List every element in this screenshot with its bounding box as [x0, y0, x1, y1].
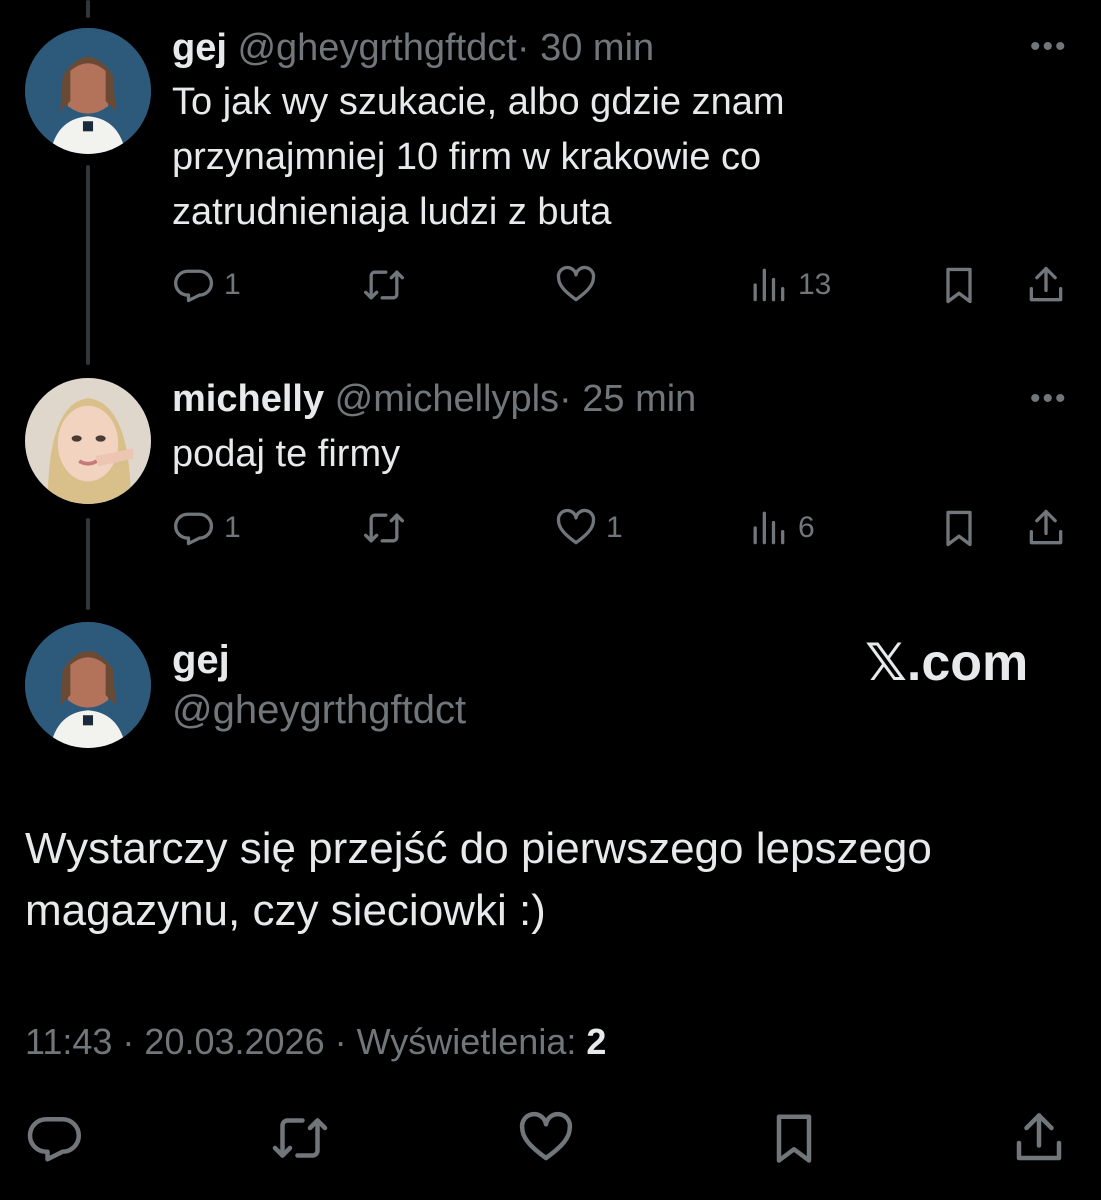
views-icon — [753, 511, 785, 545]
retweet-button[interactable] — [362, 503, 414, 553]
tweet-time[interactable]: · 25 min — [559, 378, 696, 420]
views-label: Wyświetlenia: — [356, 1021, 587, 1062]
reply-button[interactable] — [25, 1108, 85, 1168]
heart-icon — [519, 1111, 573, 1161]
share-icon — [1016, 1113, 1062, 1161]
more-options-icon[interactable]: ••• — [1030, 30, 1068, 64]
retweet-icon — [364, 270, 404, 300]
like-button[interactable] — [516, 1108, 576, 1168]
tweet-text-line: magazynu, czy sieciowki :) — [25, 886, 546, 935]
author-handle[interactable]: @gheygrthgftdct — [172, 688, 466, 733]
reply-button[interactable]: 1 — [172, 260, 241, 310]
heart-icon — [556, 265, 596, 302]
avatar[interactable] — [25, 622, 151, 748]
tweet-date[interactable]: 20.03.2026 — [144, 1021, 324, 1062]
author-name[interactable]: michelly — [172, 378, 324, 420]
tweet-meta: 11:43 · 20.03.2026 · Wyświetlenia: 2 — [25, 1021, 606, 1063]
retweet-icon — [364, 513, 404, 543]
reply-button[interactable]: 1 — [172, 503, 241, 553]
retweet-button[interactable] — [270, 1108, 330, 1168]
reply-icon — [174, 512, 214, 546]
avatar[interactable] — [25, 378, 151, 504]
thread-line-1 — [86, 165, 90, 365]
separator: · — [112, 1021, 145, 1062]
tweet-text: podaj te firmy — [172, 433, 401, 475]
author-name[interactable]: gej — [172, 27, 227, 69]
views-button[interactable]: 13 — [746, 260, 831, 310]
reply-icon — [27, 1117, 81, 1162]
heart-icon — [556, 508, 596, 545]
reply-icon — [174, 269, 214, 303]
reply-count: 1 — [224, 268, 241, 301]
thread-line-top — [86, 0, 90, 18]
tweet-time[interactable]: 11:43 — [25, 1021, 112, 1062]
like-button[interactable]: 1 — [554, 503, 623, 553]
separator: · — [324, 1021, 357, 1062]
share-button[interactable] — [1009, 1108, 1069, 1168]
tweet-header: gej @gheygrthgftdct· 30 min — [172, 26, 654, 70]
views-button[interactable]: 6 — [746, 503, 815, 553]
share-icon — [1029, 509, 1063, 545]
tweet-actions: 1 13 — [172, 260, 1072, 310]
tweet-time[interactable]: · 30 min — [517, 27, 654, 69]
tweet-text: To jak wy szukacie, albo gdzie znam przy… — [172, 81, 785, 233]
tweet-actions: 1 1 6 — [172, 503, 1072, 553]
author-handle[interactable]: @michellypls — [335, 378, 559, 420]
bookmark-icon — [776, 1114, 812, 1163]
retweet-icon — [272, 1118, 328, 1158]
retweet-button[interactable] — [362, 260, 414, 310]
tweet-text-line: Wystarczy się przejść do pierwszego leps… — [25, 824, 932, 873]
tweet-header: michelly @michellypls· 25 min — [172, 377, 696, 421]
bookmark-icon — [946, 510, 972, 547]
like-count: 1 — [606, 511, 623, 544]
bookmark-icon — [946, 267, 972, 304]
share-button[interactable] — [1024, 260, 1068, 310]
views-count: 13 — [798, 268, 832, 301]
like-button[interactable] — [554, 260, 606, 310]
share-button[interactable] — [1024, 503, 1068, 553]
x-com-watermark: 𝕏.com — [865, 634, 1029, 692]
author-handle[interactable]: @gheygrthgftdct — [237, 27, 516, 69]
views-icon — [753, 268, 785, 302]
bookmark-button[interactable] — [937, 260, 981, 310]
author-name[interactable]: gej — [172, 638, 230, 683]
avatar[interactable] — [25, 28, 151, 154]
reply-count: 1 — [224, 511, 241, 544]
bookmark-button[interactable] — [764, 1108, 824, 1168]
views-count: 2 — [586, 1021, 607, 1062]
bookmark-button[interactable] — [937, 503, 981, 553]
views-count: 6 — [798, 511, 815, 544]
share-icon — [1029, 266, 1063, 302]
thread-line-2 — [86, 518, 90, 610]
tweet-text: Wystarczy się przejść do pierwszego leps… — [25, 818, 1065, 942]
more-options-icon[interactable]: ••• — [1030, 382, 1068, 416]
